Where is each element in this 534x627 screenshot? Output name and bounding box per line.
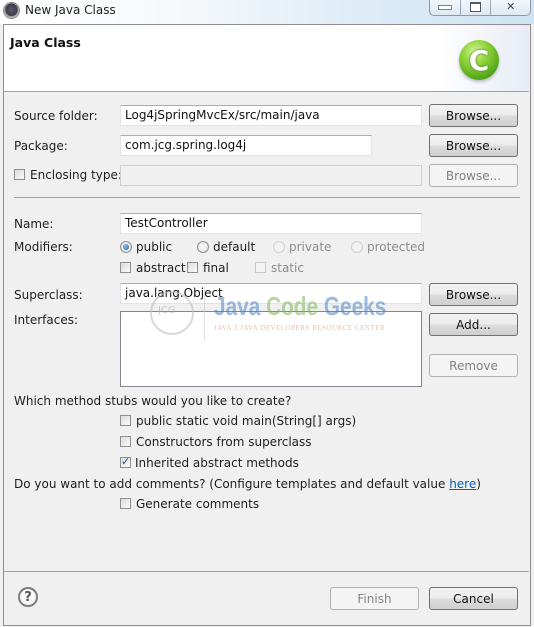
package-browse-button[interactable]: Browse... [429, 134, 518, 157]
public-radio[interactable] [120, 241, 132, 253]
default-radio-label: default [213, 240, 256, 254]
maximize-button[interactable] [461, 0, 492, 15]
inherited-abstract-label: Inherited abstract methods [135, 456, 299, 470]
protected-radio[interactable] [351, 241, 363, 253]
window-controls: ✕ [429, 0, 531, 16]
default-radio[interactable] [197, 241, 209, 253]
comments-question-text: Do you want to add comments? (Configure … [14, 477, 450, 491]
minimize-icon [437, 5, 452, 10]
source-folder-label: Source folder: [14, 109, 98, 123]
final-checkbox-label: final [203, 261, 229, 275]
finish-button[interactable]: Finish [330, 587, 419, 610]
maximize-icon [470, 1, 482, 12]
source-folder-browse-button[interactable]: Browse... [429, 104, 518, 127]
cancel-button[interactable]: Cancel [429, 587, 518, 610]
package-input[interactable]: com.jcg.spring.log4j [120, 135, 372, 156]
footer-separator [4, 571, 529, 572]
superclass-browse-button[interactable]: Browse... [429, 283, 518, 306]
interfaces-list[interactable] [120, 311, 422, 387]
comments-question-suffix: ) [476, 477, 481, 491]
constructors-label: Constructors from superclass [136, 435, 312, 449]
private-radio[interactable] [273, 241, 285, 253]
class-name-input[interactable]: TestController [120, 213, 422, 234]
method-stubs-question: Which method stubs would you like to cre… [14, 394, 292, 408]
title-bar: New Java Class ✕ [0, 0, 534, 24]
enclosing-type-input[interactable] [120, 165, 422, 186]
page-title: Java Class [10, 35, 81, 50]
constructors-checkbox[interactable] [120, 436, 131, 447]
source-folder-input[interactable]: Log4jSpringMvcEx/src/main/java [120, 105, 422, 126]
modifiers-label: Modifiers: [14, 240, 73, 254]
private-radio-label: private [289, 240, 332, 254]
close-button[interactable]: ✕ [491, 0, 530, 15]
close-icon: ✕ [506, 0, 516, 13]
enclosing-type-browse-button[interactable]: Browse... [429, 164, 518, 187]
separator [14, 197, 520, 198]
comments-question: Do you want to add comments? (Configure … [14, 477, 481, 491]
window-title: New Java Class [25, 3, 116, 17]
public-radio-label: public [136, 240, 173, 254]
package-label: Package: [14, 139, 68, 153]
main-method-checkbox[interactable] [120, 415, 131, 426]
superclass-label: Superclass: [14, 288, 83, 302]
configure-templates-link[interactable]: here [449, 477, 476, 491]
abstract-checkbox-label: abstract [136, 261, 186, 275]
name-label: Name: [14, 217, 54, 231]
dialog-header: Java Class C [4, 25, 529, 92]
inherited-abstract-checkbox[interactable] [120, 455, 131, 468]
eclipse-app-icon [4, 3, 19, 18]
minimize-button[interactable] [430, 0, 461, 15]
final-checkbox[interactable] [187, 262, 198, 273]
protected-radio-label: protected [367, 240, 426, 254]
interfaces-label: Interfaces: [14, 313, 79, 327]
static-checkbox[interactable] [255, 262, 266, 273]
superclass-input[interactable]: java.lang.Object [120, 283, 422, 304]
static-checkbox-label: static [271, 261, 304, 275]
abstract-checkbox[interactable] [120, 262, 131, 273]
help-icon[interactable]: ? [18, 587, 38, 607]
enclosing-type-checkbox[interactable] [14, 169, 25, 180]
remove-interface-button[interactable]: Remove [429, 354, 518, 377]
java-class-icon: C [459, 40, 499, 80]
generate-comments-label: Generate comments [136, 497, 260, 511]
enclosing-type-label: Enclosing type: [30, 168, 122, 182]
main-method-label: public static void main(String[] args) [136, 414, 357, 428]
add-interface-button[interactable]: Add... [429, 313, 518, 336]
generate-comments-checkbox[interactable] [120, 498, 131, 509]
